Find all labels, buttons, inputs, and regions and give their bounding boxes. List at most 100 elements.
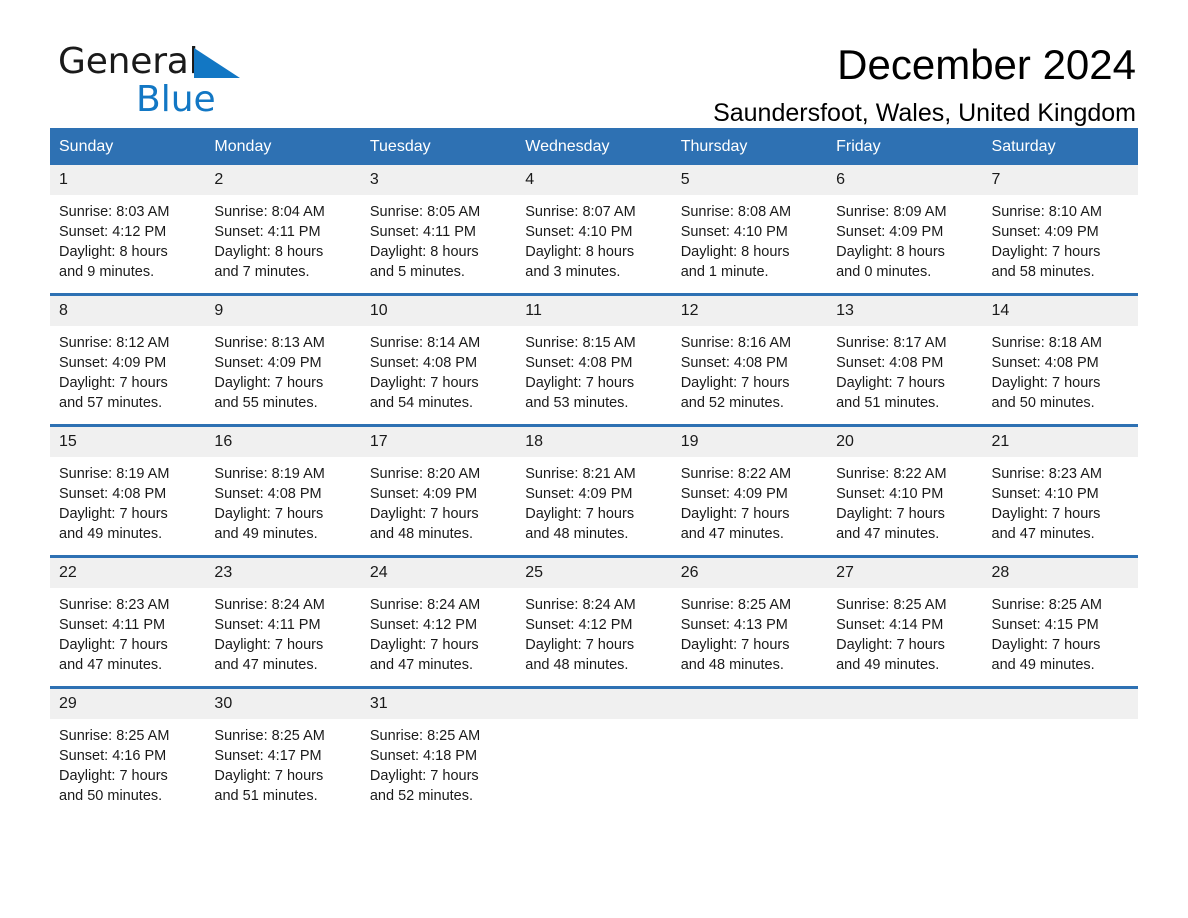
daylight-duration-line1: Daylight: 7 hours [369, 506, 479, 522]
sunset-time: Sunset: 4:08 PM [214, 486, 322, 502]
day-details: Sunrise: 8:23 AM Sunset: 4:11 PM Daylight:… [50, 588, 205, 675]
day-number: 2 [205, 165, 361, 195]
day-number: 4 [516, 165, 672, 195]
daylight-duration-line1: Daylight: 7 hours [836, 637, 945, 653]
sunset-time: Sunset: 4:08 PM [525, 355, 633, 371]
sunset-time: Sunset: 4:09 PM [680, 486, 788, 502]
calendar-day-cell[interactable]: 29 Sunrise: 8:25 AM Sunset: 4:16 PM Dayligh… [50, 686, 206, 817]
daylight-duration-line1: Daylight: 8 hours [525, 244, 635, 260]
daylight-duration-line2: and 47 minutes. [369, 657, 474, 673]
day-number: 27 [827, 558, 983, 588]
calendar-week-row: 29 Sunrise: 8:25 AM Sunset: 4:16 PM Dayligh… [50, 686, 1138, 817]
calendar-day-cell[interactable]: 24 Sunrise: 8:24 AM Sunset: 4:12 PM Dayligh… [360, 555, 517, 688]
sunrise-time: Sunrise: 8:25 AM [214, 728, 325, 744]
weekday-header-sunday: Sunday [50, 128, 206, 165]
calendar-day-cell[interactable]: 5 Sunrise: 8:08 AM Sunset: 4:10 PM Daylight… [671, 165, 828, 295]
daylight-duration-line2: and 1 minute. [680, 264, 769, 280]
sunrise-time: Sunrise: 8:22 AM [680, 466, 792, 482]
day-number: 26 [671, 558, 828, 588]
calendar-day-cell[interactable]: 20 Sunrise: 8:22 AM Sunset: 4:10 PM Dayligh… [827, 424, 983, 557]
day-number: 12 [671, 296, 828, 326]
logo-text-blue: Blue [136, 79, 216, 120]
day-details [672, 719, 827, 726]
sunrise-time: Sunrise: 8:18 AM [991, 335, 1102, 351]
calendar-day-cell[interactable]: 2 Sunrise: 8:04 AM Sunset: 4:11 PM Daylight… [205, 165, 361, 295]
calendar-day-cell[interactable]: 28 Sunrise: 8:25 AM Sunset: 4:15 PM Dayligh… [982, 555, 1138, 688]
weekday-header-monday: Monday [205, 128, 361, 165]
sunrise-time: Sunrise: 8:19 AM [59, 466, 170, 482]
day-details: Sunrise: 8:04 AM Sunset: 4:11 PM Daylight:… [205, 195, 360, 282]
daylight-duration-line1: Daylight: 8 hours [59, 244, 168, 260]
triangle-icon [194, 48, 241, 83]
sunrise-time: Sunrise: 8:25 AM [59, 728, 170, 744]
logo-text-general: General [58, 41, 199, 82]
daylight-duration-line1: Daylight: 7 hours [991, 244, 1101, 260]
day-details: Sunrise: 8:20 AM Sunset: 4:09 PM Daylight:… [361, 457, 516, 544]
calendar-day-cell[interactable]: 25 Sunrise: 8:24 AM Sunset: 4:12 PM Dayligh… [516, 555, 672, 688]
day-details: Sunrise: 8:18 AM Sunset: 4:08 PM Daylight:… [983, 326, 1138, 413]
calendar-day-cell[interactable]: 31 Sunrise: 8:25 AM Sunset: 4:18 PM Dayligh… [360, 686, 517, 817]
general-blue-logo[interactable]: General Blue [58, 42, 318, 122]
sunset-time: Sunset: 4:08 PM [680, 355, 788, 371]
calendar-day-cell[interactable]: 17 Sunrise: 8:20 AM Sunset: 4:09 PM Dayligh… [360, 424, 517, 557]
day-details: Sunrise: 8:10 AM Sunset: 4:09 PM Daylight:… [983, 195, 1138, 282]
sunrise-time: Sunrise: 8:25 AM [836, 597, 947, 613]
daylight-duration-line1: Daylight: 7 hours [525, 506, 635, 522]
calendar-week-row: 22 Sunrise: 8:23 AM Sunset: 4:11 PM Dayligh… [50, 555, 1138, 688]
calendar-day-cell[interactable]: 15 Sunrise: 8:19 AM Sunset: 4:08 PM Dayligh… [50, 424, 206, 557]
day-number: 9 [205, 296, 361, 326]
sunrise-time: Sunrise: 8:20 AM [369, 466, 481, 482]
daylight-duration-line1: Daylight: 7 hours [525, 637, 635, 653]
calendar-day-cell[interactable]: 26 Sunrise: 8:25 AM Sunset: 4:13 PM Dayligh… [671, 555, 828, 688]
day-details [983, 719, 1138, 726]
day-number: 13 [827, 296, 983, 326]
calendar-day-cell[interactable]: 8 Sunrise: 8:12 AM Sunset: 4:09 PM Daylight… [50, 293, 206, 426]
calendar-day-cell[interactable]: 9 Sunrise: 8:13 AM Sunset: 4:09 PM Daylight… [205, 293, 361, 426]
calendar-day-cell[interactable]: 16 Sunrise: 8:19 AM Sunset: 4:08 PM Dayligh… [205, 424, 361, 557]
day-number: 17 [360, 427, 517, 457]
daylight-duration-line1: Daylight: 7 hours [836, 506, 945, 522]
sunset-time: Sunset: 4:11 PM [59, 617, 166, 633]
calendar-day-cell[interactable]: 6 Sunrise: 8:09 AM Sunset: 4:09 PM Daylight… [827, 165, 983, 295]
daylight-duration-line2: and 3 minutes. [525, 264, 621, 280]
daylight-duration-line2: and 5 minutes. [369, 264, 465, 280]
calendar-day-cell[interactable]: 21 Sunrise: 8:23 AM Sunset: 4:10 PM Dayligh… [982, 424, 1138, 557]
calendar-day-cell-empty [982, 686, 1138, 817]
calendar-day-cell[interactable]: 18 Sunrise: 8:21 AM Sunset: 4:09 PM Dayligh… [516, 424, 672, 557]
sunset-time: Sunset: 4:11 PM [369, 224, 476, 240]
sunset-time: Sunset: 4:10 PM [991, 486, 1099, 502]
logo-bottom-row: Blue [58, 80, 318, 120]
calendar-day-cell[interactable]: 22 Sunrise: 8:23 AM Sunset: 4:11 PM Dayligh… [50, 555, 206, 688]
calendar-day-cell[interactable]: 14 Sunrise: 8:18 AM Sunset: 4:08 PM Dayligh… [982, 293, 1138, 426]
calendar-day-cell[interactable]: 1 Sunrise: 8:03 AM Sunset: 4:12 PM Daylight… [50, 165, 206, 295]
daylight-duration-line2: and 57 minutes. [59, 395, 163, 411]
daylight-duration-line1: Daylight: 7 hours [525, 375, 635, 391]
day-number [982, 689, 1138, 719]
daylight-duration-line2: and 58 minutes. [991, 264, 1095, 280]
daylight-duration-line2: and 0 minutes. [836, 264, 932, 280]
sunset-time: Sunset: 4:18 PM [369, 748, 478, 764]
daylight-duration-line2: and 47 minutes. [214, 657, 318, 673]
calendar-day-cell[interactable]: 30 Sunrise: 8:25 AM Sunset: 4:17 PM Dayligh… [205, 686, 361, 817]
sunrise-time: Sunrise: 8:07 AM [525, 204, 636, 220]
calendar-day-cell[interactable]: 23 Sunrise: 8:24 AM Sunset: 4:11 PM Dayligh… [205, 555, 361, 688]
daylight-duration-line2: and 47 minutes. [991, 526, 1095, 542]
page-header: General Blue December 2024 Saundersfoot,… [50, 0, 1138, 127]
calendar-day-cell[interactable]: 13 Sunrise: 8:17 AM Sunset: 4:08 PM Dayligh… [827, 293, 983, 426]
calendar-day-cell[interactable]: 19 Sunrise: 8:22 AM Sunset: 4:09 PM Dayligh… [671, 424, 828, 557]
day-details: Sunrise: 8:25 AM Sunset: 4:14 PM Daylight:… [827, 588, 982, 675]
calendar-day-cell[interactable]: 27 Sunrise: 8:25 AM Sunset: 4:14 PM Dayligh… [827, 555, 983, 688]
daylight-duration-line1: Daylight: 7 hours [369, 375, 479, 391]
daylight-duration-line2: and 48 minutes. [680, 657, 784, 673]
calendar-day-cell[interactable]: 11 Sunrise: 8:15 AM Sunset: 4:08 PM Dayligh… [516, 293, 672, 426]
calendar-day-cell[interactable]: 3 Sunrise: 8:05 AM Sunset: 4:11 PM Daylight… [360, 165, 517, 295]
calendar-day-cell[interactable]: 4 Sunrise: 8:07 AM Sunset: 4:10 PM Daylight… [516, 165, 672, 295]
day-details: Sunrise: 8:19 AM Sunset: 4:08 PM Daylight:… [50, 457, 205, 544]
calendar-day-cell[interactable]: 10 Sunrise: 8:14 AM Sunset: 4:08 PM Dayligh… [360, 293, 517, 426]
calendar-day-cell[interactable]: 12 Sunrise: 8:16 AM Sunset: 4:08 PM Dayligh… [671, 293, 828, 426]
daylight-duration-line1: Daylight: 7 hours [214, 768, 324, 784]
daylight-duration-line2: and 47 minutes. [680, 526, 784, 542]
calendar-day-cell[interactable]: 7 Sunrise: 8:10 AM Sunset: 4:09 PM Daylight… [982, 165, 1138, 295]
weekday-header-tuesday: Tuesday [360, 128, 517, 165]
day-number: 3 [360, 165, 517, 195]
